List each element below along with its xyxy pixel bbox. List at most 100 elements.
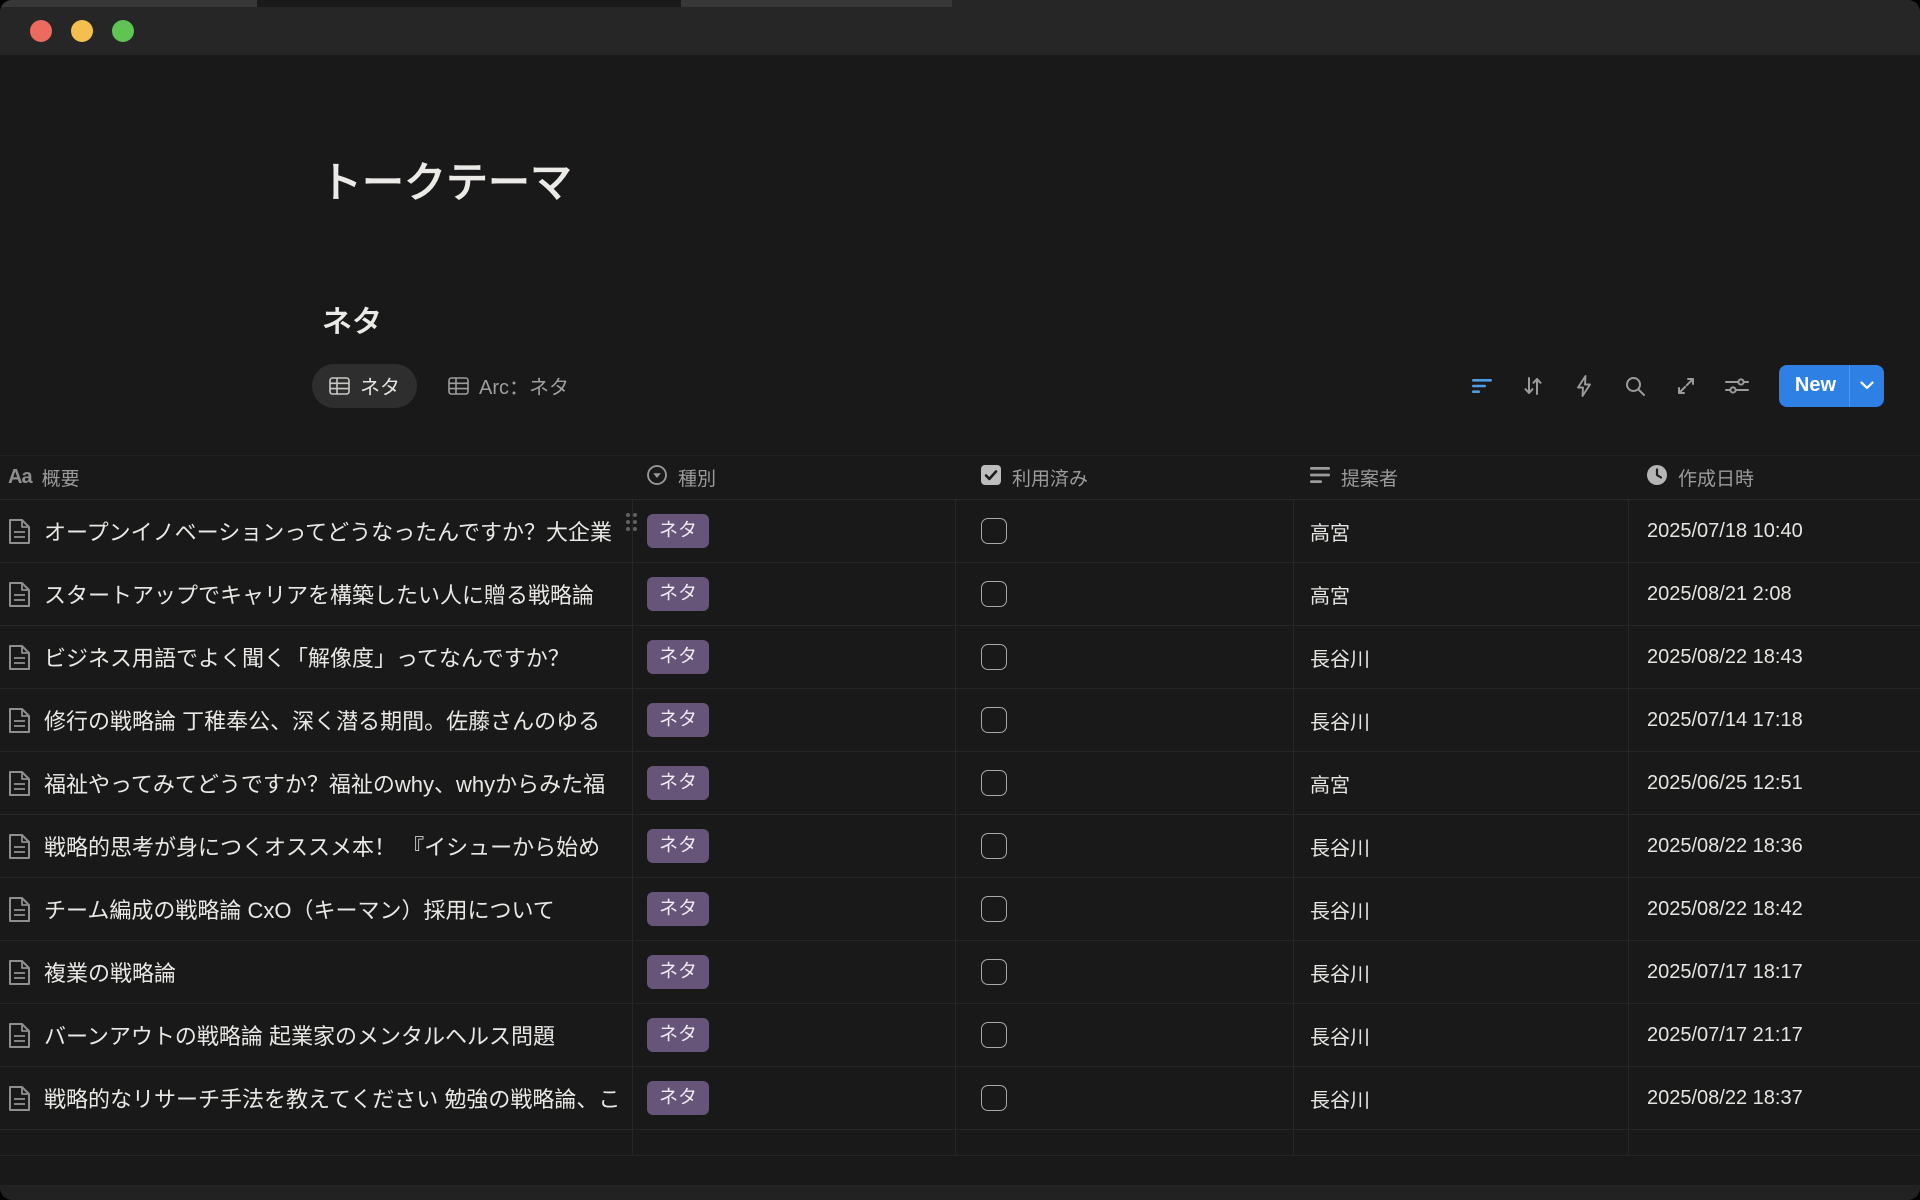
used-cell[interactable] — [955, 689, 1293, 751]
type-cell[interactable]: ネタ — [632, 752, 955, 814]
database-section-title[interactable]: ネタ — [322, 297, 382, 341]
created-cell[interactable]: 2025/08/22 18:42 — [1628, 878, 1920, 940]
search-icon[interactable] — [1622, 373, 1648, 399]
expand-icon[interactable] — [1673, 373, 1699, 399]
row-title[interactable]: バーンアウトの戦略論 起業家のメンタルヘルス問題 — [44, 1019, 555, 1051]
row-title[interactable]: ビジネス用語でよく聞く「解像度」ってなんですか？ — [44, 641, 570, 673]
column-header-overview[interactable]: Aa 概要 — [0, 456, 632, 499]
created-cell[interactable]: 2025/08/22 18:36 — [1628, 815, 1920, 877]
row-title[interactable]: オープンイノベーションってどうなったんですか？大企業 — [44, 515, 612, 547]
used-checkbox[interactable] — [981, 581, 1007, 607]
row-title[interactable]: スタートアップでキャリアを構築したい人に贈る戦略論 — [44, 578, 594, 610]
overview-cell[interactable]: 修行の戦略論 丁稚奉公、深く潜る期間。佐藤さんのゆる — [0, 689, 632, 751]
lightning-icon[interactable] — [1571, 373, 1597, 399]
type-cell[interactable]: ネタ — [632, 1067, 955, 1129]
overview-cell[interactable]: 戦略的なリサーチ手法を教えてください 勉強の戦略論、こ — [0, 1067, 632, 1129]
type-tag[interactable]: ネタ — [647, 1018, 709, 1052]
type-tag[interactable]: ネタ — [647, 1081, 709, 1115]
used-cell[interactable] — [955, 878, 1293, 940]
proposer-cell[interactable]: 長谷川 — [1293, 689, 1628, 751]
type-tag[interactable]: ネタ — [647, 892, 709, 926]
used-checkbox[interactable] — [981, 770, 1007, 796]
table-row[interactable]: 修行の戦略論 丁稚奉公、深く潜る期間。佐藤さんのゆる ネタ 長谷川 2025/0… — [0, 689, 1920, 752]
used-checkbox[interactable] — [981, 518, 1007, 544]
table-row[interactable]: 複業の戦略論 ネタ 長谷川 2025/07/17 18:17 — [0, 941, 1920, 1004]
overview-cell[interactable]: チーム編成の戦略論 CxO（キーマン）採用について — [0, 878, 632, 940]
created-cell[interactable]: 2025/08/22 18:43 — [1628, 626, 1920, 688]
type-cell[interactable]: ネタ — [632, 815, 955, 877]
sort-icon[interactable] — [1520, 373, 1546, 399]
used-checkbox[interactable] — [981, 707, 1007, 733]
page-title[interactable]: トークテーマ — [320, 149, 572, 210]
filter-icon[interactable] — [1469, 373, 1495, 399]
table-row[interactable]: ビジネス用語でよく聞く「解像度」ってなんですか？ ネタ 長谷川 2025/08/… — [0, 626, 1920, 689]
used-cell[interactable] — [955, 626, 1293, 688]
type-tag[interactable]: ネタ — [647, 703, 709, 737]
type-tag[interactable]: ネタ — [647, 955, 709, 989]
minimize-window-button[interactable] — [71, 20, 93, 42]
created-cell[interactable]: 2025/08/22 18:37 — [1628, 1067, 1920, 1129]
type-tag[interactable]: ネタ — [647, 577, 709, 611]
type-cell[interactable]: ネタ — [632, 878, 955, 940]
row-title[interactable]: チーム編成の戦略論 CxO（キーマン）採用について — [44, 893, 555, 925]
drag-handle-icon[interactable] — [626, 513, 637, 531]
overview-cell[interactable]: 福祉やってみてどうですか？福祉のwhy、whyからみた福 — [0, 752, 632, 814]
used-checkbox[interactable] — [981, 1022, 1007, 1048]
overview-cell[interactable]: バーンアウトの戦略論 起業家のメンタルヘルス問題 — [0, 1004, 632, 1066]
row-title[interactable]: 戦略的思考が身につくオススメ本！ 『イシューから始め — [44, 830, 600, 862]
column-header-created[interactable]: 作成日時 — [1628, 456, 1920, 499]
created-cell[interactable]: 2025/07/17 18:17 — [1628, 941, 1920, 1003]
used-cell[interactable] — [955, 815, 1293, 877]
table-footer-strip[interactable] — [0, 1130, 1920, 1156]
created-cell[interactable]: 2025/07/18 10:40 — [1628, 500, 1920, 562]
created-cell[interactable]: 2025/06/25 12:51 — [1628, 752, 1920, 814]
type-tag[interactable]: ネタ — [647, 514, 709, 548]
overview-cell[interactable]: オープンイノベーションってどうなったんですか？大企業 — [0, 500, 632, 562]
chevron-down-icon[interactable] — [1849, 365, 1884, 407]
active-window-tab[interactable] — [257, 0, 681, 7]
overview-cell[interactable]: スタートアップでキャリアを構築したい人に贈る戦略論 — [0, 563, 632, 625]
column-header-proposer[interactable]: 提案者 — [1293, 456, 1628, 499]
used-cell[interactable] — [955, 1067, 1293, 1129]
used-cell[interactable] — [955, 941, 1293, 1003]
created-cell[interactable]: 2025/08/21 2:08 — [1628, 563, 1920, 625]
proposer-cell[interactable]: 高宮 — [1293, 752, 1628, 814]
row-title[interactable]: 修行の戦略論 丁稚奉公、深く潜る期間。佐藤さんのゆる — [44, 704, 600, 736]
used-cell[interactable] — [955, 752, 1293, 814]
used-checkbox[interactable] — [981, 833, 1007, 859]
close-window-button[interactable] — [30, 20, 52, 42]
used-checkbox[interactable] — [981, 644, 1007, 670]
row-title[interactable]: 福祉やってみてどうですか？福祉のwhy、whyからみた福 — [44, 767, 605, 799]
type-cell[interactable]: ネタ — [632, 941, 955, 1003]
used-checkbox[interactable] — [981, 959, 1007, 985]
table-row[interactable]: バーンアウトの戦略論 起業家のメンタルヘルス問題 ネタ 長谷川 2025/07/… — [0, 1004, 1920, 1067]
overview-cell[interactable]: 戦略的思考が身につくオススメ本！ 『イシューから始め — [0, 815, 632, 877]
table-row[interactable]: 戦略的なリサーチ手法を教えてください 勉強の戦略論、こ ネタ 長谷川 2025/… — [0, 1067, 1920, 1130]
new-button[interactable]: New — [1779, 365, 1884, 407]
table-row[interactable]: 戦略的思考が身につくオススメ本！ 『イシューから始め ネタ 長谷川 2025/0… — [0, 815, 1920, 878]
view-tab-neta[interactable]: ネタ — [312, 364, 417, 408]
type-cell[interactable]: ネタ — [632, 1004, 955, 1066]
table-row[interactable]: スタートアップでキャリアを構築したい人に贈る戦略論 ネタ 高宮 2025/08/… — [0, 563, 1920, 626]
settings-sliders-icon[interactable] — [1724, 373, 1750, 399]
table-row[interactable]: オープンイノベーションってどうなったんですか？大企業 ネタ 高宮 2025/07… — [0, 500, 1920, 563]
column-header-type[interactable]: 種別 — [632, 456, 955, 499]
type-tag[interactable]: ネタ — [647, 640, 709, 674]
proposer-cell[interactable]: 長谷川 — [1293, 1004, 1628, 1066]
type-cell[interactable]: ネタ — [632, 500, 955, 562]
proposer-cell[interactable]: 高宮 — [1293, 563, 1628, 625]
column-header-used[interactable]: 利用済み — [955, 456, 1293, 499]
proposer-cell[interactable]: 高宮 — [1293, 500, 1628, 562]
proposer-cell[interactable]: 長谷川 — [1293, 1067, 1628, 1129]
type-cell[interactable]: ネタ — [632, 689, 955, 751]
used-checkbox[interactable] — [981, 1085, 1007, 1111]
created-cell[interactable]: 2025/07/14 17:18 — [1628, 689, 1920, 751]
overview-cell[interactable]: 複業の戦略論 — [0, 941, 632, 1003]
proposer-cell[interactable]: 長谷川 — [1293, 815, 1628, 877]
overview-cell[interactable]: ビジネス用語でよく聞く「解像度」ってなんですか？ — [0, 626, 632, 688]
type-tag[interactable]: ネタ — [647, 829, 709, 863]
created-cell[interactable]: 2025/07/17 21:17 — [1628, 1004, 1920, 1066]
view-tab-arc-neta[interactable]: Arc：ネタ — [431, 364, 586, 408]
proposer-cell[interactable]: 長谷川 — [1293, 941, 1628, 1003]
type-tag[interactable]: ネタ — [647, 766, 709, 800]
